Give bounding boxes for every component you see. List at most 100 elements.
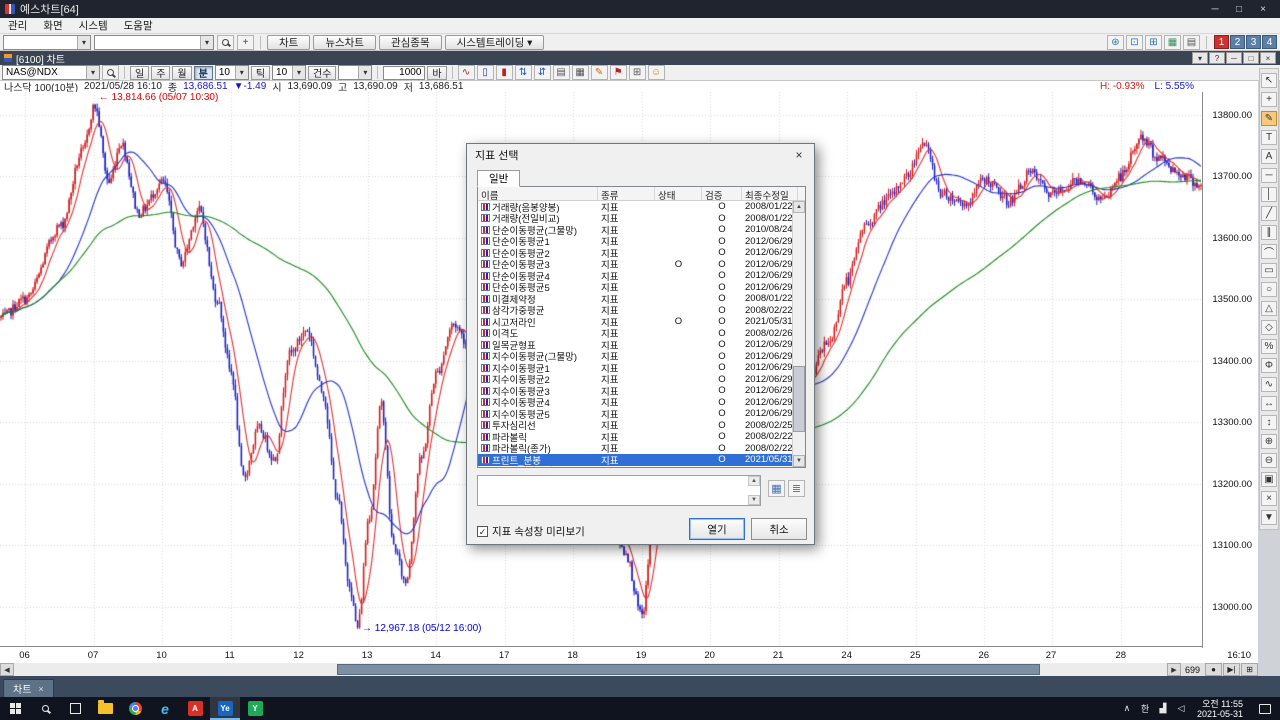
vertical-range-tool-icon[interactable]: ↕	[1261, 415, 1277, 430]
chevron-down-icon[interactable]: ▾	[292, 66, 305, 79]
spin-down-icon[interactable]: ▼	[748, 495, 760, 505]
column-header-1[interactable]: 이름	[478, 187, 598, 200]
rectangle-tool-icon[interactable]: ▭	[1261, 263, 1277, 278]
wave-tool-icon[interactable]: ∿	[1261, 377, 1277, 392]
scroll-up-icon[interactable]: ▲	[793, 201, 805, 213]
column-header-2[interactable]: 종류	[598, 187, 655, 200]
edit-pencil-icon[interactable]: ✎	[591, 65, 608, 80]
chevron-down-icon[interactable]: ▾	[200, 36, 213, 49]
label-tool-icon[interactable]: A	[1261, 149, 1277, 164]
taskbar-app-chrome[interactable]	[120, 697, 150, 720]
menu-system[interactable]: 시스템	[79, 18, 108, 33]
wave-style-icon[interactable]: ∿	[458, 65, 475, 80]
chevron-down-icon[interactable]: ▾	[86, 66, 99, 79]
network-icon[interactable]: ▟	[1154, 697, 1172, 720]
arc-tool-icon[interactable]: ⌒	[1261, 244, 1277, 259]
horizontal-line-tool-icon[interactable]: ─	[1261, 168, 1277, 183]
period-tick-button[interactable]: 틱	[251, 66, 270, 80]
symbol-search-combobox[interactable]: ▾	[94, 35, 214, 50]
bar-style-icon[interactable]: ▮	[496, 65, 513, 80]
scrollbar-thumb[interactable]	[337, 664, 1040, 675]
period-month-button[interactable]: 월	[172, 66, 191, 80]
horizontal-range-tool-icon[interactable]: ↔	[1261, 396, 1277, 411]
jump-to-end-icon[interactable]: ▶|	[1223, 663, 1240, 676]
period-count-button[interactable]: 건수	[308, 66, 336, 80]
indicator-row[interactable]: 피보나치되돌림지표O2008/02/25 …	[478, 466, 792, 468]
icon-view-button[interactable]: ▦	[768, 480, 785, 497]
scroll-down-icon[interactable]: ▼	[793, 455, 805, 467]
grid-layout-icon[interactable]: ▦	[572, 65, 589, 80]
time-axis[interactable]: 060710111213141718192021242526272816:10	[0, 649, 1258, 663]
minute-interval-combobox[interactable]: 10 ▾	[215, 65, 249, 80]
compare-icon[interactable]: ⇅	[515, 65, 532, 80]
period-week-button[interactable]: 주	[151, 66, 170, 80]
parallel-channel-tool-icon[interactable]: ∥	[1261, 225, 1277, 240]
nav-chart-button[interactable]: 차트	[267, 35, 310, 50]
nav-systemtrading-button[interactable]: 시스템트레이딩 ▾	[445, 35, 545, 50]
close-button[interactable]: ×	[1251, 4, 1275, 15]
column-header-3[interactable]: 상태	[655, 187, 702, 200]
menu-manage[interactable]: 관리	[8, 18, 27, 33]
taskbar-app-yeschart[interactable]: Ye	[210, 697, 240, 720]
dual-monitor-icon[interactable]: ⊞	[1145, 35, 1162, 50]
page-icon[interactable]: ▤	[553, 65, 570, 80]
window-list-icon[interactable]: ▾	[1192, 52, 1208, 64]
minimize-button[interactable]: ─	[1203, 4, 1227, 15]
start-button[interactable]	[0, 697, 30, 720]
taskbar-app-stock-app[interactable]: Y	[240, 697, 270, 720]
zoom-in-tool-icon[interactable]: ⊕	[1261, 434, 1277, 449]
period-day-button[interactable]: 일	[130, 66, 149, 80]
chevron-down-icon[interactable]: ▾	[77, 36, 90, 49]
tab-chart[interactable]: 차트 ×	[3, 679, 54, 697]
nav-newschart-button[interactable]: 뉴스차트	[313, 35, 376, 50]
volume-icon[interactable]: ◁	[1172, 697, 1190, 720]
fibonacci-tool-icon[interactable]: Φ	[1261, 358, 1277, 373]
price-axis[interactable]: 13000.0013100.0013200.0013300.0013400.00…	[1202, 92, 1258, 648]
workspace-tab-4[interactable]: 4	[1262, 35, 1277, 49]
zoom-out-tool-icon[interactable]: ⊖	[1261, 453, 1277, 468]
circle-tool-icon[interactable]: ○	[1261, 282, 1277, 297]
window-minimize-button[interactable]: ─	[1226, 52, 1242, 64]
tray-expand-icon[interactable]: ∧	[1118, 697, 1136, 720]
pencil-tool-icon[interactable]: ✎	[1261, 111, 1277, 126]
task-view-button[interactable]	[60, 697, 90, 720]
collapse-toolbar-icon[interactable]: ▼	[1261, 510, 1277, 525]
settings-gear-icon[interactable]: ⊛	[1107, 35, 1124, 50]
spin-up-icon[interactable]: ▲	[748, 476, 760, 486]
snap-tool-icon[interactable]: ▣	[1261, 472, 1277, 487]
scroll-right-button[interactable]: ▶	[1167, 663, 1181, 676]
table-scrollbar[interactable]: ▲ ▼	[792, 201, 805, 467]
taskbar-search-button[interactable]	[30, 697, 60, 720]
bar-unit-button[interactable]: 바	[427, 66, 446, 80]
candle-style-icon[interactable]: ▯	[477, 65, 494, 80]
cancel-button[interactable]: 취소	[751, 518, 807, 540]
taskbar-clock[interactable]: 오전 11:55 2021-05-31	[1190, 697, 1250, 720]
menu-help[interactable]: 도움말	[124, 18, 153, 33]
add-item-button[interactable]: +	[237, 35, 254, 50]
search-button[interactable]	[217, 35, 234, 50]
menu-screen[interactable]: 화면	[43, 18, 62, 33]
tick-interval-combobox[interactable]: 10 ▾	[272, 65, 306, 80]
panel-split-icon[interactable]: ⊞	[629, 65, 646, 80]
workspace-tab-1[interactable]: 1	[1214, 35, 1229, 49]
workspace-tab-2[interactable]: 2	[1230, 35, 1245, 49]
nav-watchlist-button[interactable]: 관심종목	[379, 35, 442, 50]
layout-grid-icon[interactable]: ▦	[1164, 35, 1181, 50]
bar-count-input[interactable]: 1000	[383, 66, 425, 80]
count-interval-combobox[interactable]: ▾	[338, 65, 372, 80]
auto-step-icon[interactable]: ●	[1205, 663, 1222, 676]
ime-korean-indicator[interactable]: 한	[1136, 697, 1154, 720]
column-header-5[interactable]: 최종수정일	[742, 187, 798, 200]
trendline-tool-icon[interactable]: ╱	[1261, 206, 1277, 221]
notification-center-button[interactable]	[1250, 697, 1280, 720]
preview-checkbox[interactable]: ✓ 지표 속성창 미리보기	[477, 524, 585, 539]
percent-tool-icon[interactable]: %	[1261, 339, 1277, 354]
window-maximize-button[interactable]: □	[1243, 52, 1259, 64]
dialog-titlebar[interactable]: 지표 선택 ×	[467, 144, 814, 165]
window-close-button[interactable]: ×	[1260, 52, 1276, 64]
tab-general[interactable]: 일반	[477, 170, 520, 187]
workspace-tab-3[interactable]: 3	[1246, 35, 1261, 49]
symbol-search-button[interactable]	[102, 65, 119, 80]
chevron-down-icon[interactable]: ▾	[358, 66, 371, 79]
scroll-left-button[interactable]: ◀	[0, 663, 14, 676]
